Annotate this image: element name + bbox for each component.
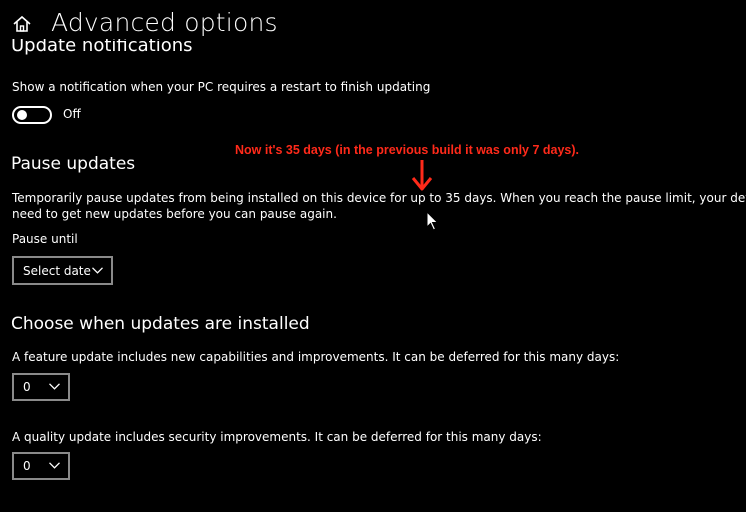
arrow-down-icon	[411, 160, 433, 191]
home-icon[interactable]	[12, 14, 32, 34]
mouse-cursor-icon	[426, 211, 439, 231]
choose-updates-heading: Choose when updates are installed	[11, 314, 310, 334]
page-title: Advanced options	[51, 8, 278, 37]
quality-update-deferral-value: 0	[23, 459, 31, 473]
section-heading-update-notifications: Update notifications	[11, 39, 411, 59]
feature-update-deferral-value: 0	[23, 380, 31, 394]
quality-update-deferral-dropdown[interactable]: 0	[12, 452, 70, 480]
chevron-down-icon	[49, 383, 60, 390]
pause-updates-heading: Pause updates	[11, 154, 136, 174]
annotation-text: Now it's 35 days (in the previous build …	[235, 143, 580, 157]
toggle-state-label: Off	[63, 107, 81, 121]
pause-until-label: Pause until	[12, 232, 78, 246]
advanced-options-page: Advanced options Update notifications Sh…	[0, 0, 746, 512]
toggle-knob	[17, 110, 27, 120]
restart-notification-toggle[interactable]	[12, 106, 52, 124]
chevron-down-icon	[49, 462, 60, 469]
feature-update-description: A feature update includes new capabiliti…	[12, 350, 620, 364]
pause-until-value: Select date	[23, 263, 91, 278]
chevron-down-icon	[92, 266, 103, 274]
pause-description-line1: Temporarily pause updates from being ins…	[12, 191, 746, 205]
update-notifications-heading: Update notifications	[11, 39, 193, 56]
pause-until-dropdown[interactable]: Select date	[12, 256, 113, 285]
notification-description: Show a notification when your PC require…	[12, 80, 431, 94]
pause-description-line2: need to get new updates before you can p…	[12, 207, 337, 221]
quality-update-description: A quality update includes security impro…	[12, 430, 542, 444]
feature-update-deferral-dropdown[interactable]: 0	[12, 373, 70, 401]
